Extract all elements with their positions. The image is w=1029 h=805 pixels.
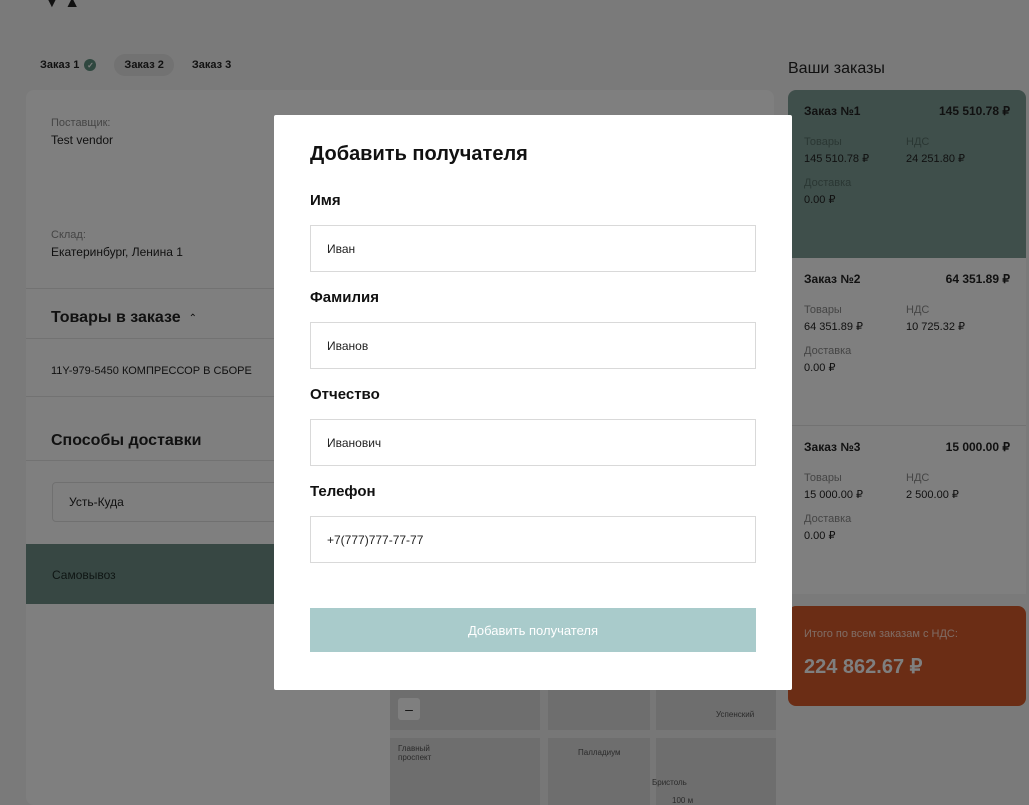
last-name-field[interactable] [310, 322, 756, 369]
last-name-label: Фамилия [310, 289, 379, 306]
first-name-field[interactable] [310, 225, 756, 272]
add-recipient-modal: Добавить получателя Имя Фамилия Отчество… [274, 115, 792, 690]
first-name-label: Имя [310, 192, 341, 209]
phone-label: Телефон [310, 483, 376, 500]
patronymic-label: Отчество [310, 386, 380, 403]
modal-title: Добавить получателя [310, 143, 528, 165]
patronymic-field[interactable] [310, 419, 756, 466]
add-recipient-button[interactable]: Добавить получателя [310, 608, 756, 652]
phone-field[interactable] [310, 516, 756, 563]
